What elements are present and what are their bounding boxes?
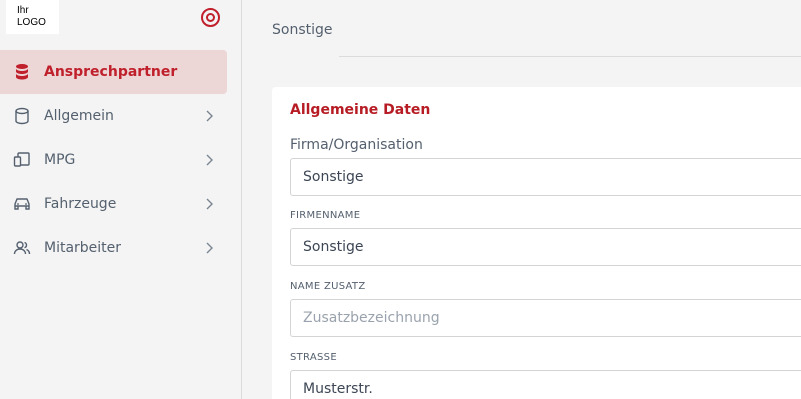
sidebar-item-mpg[interactable]: MPG xyxy=(0,138,227,182)
section-divider xyxy=(339,56,801,57)
section-title: Sonstige xyxy=(272,22,333,38)
devices-icon xyxy=(13,151,31,169)
firmenname-label: FIRMENNAME xyxy=(290,210,361,221)
sidebar-item-mitarbeiter[interactable]: Mitarbeiter xyxy=(0,226,227,270)
general-data-card: Allgemeine Daten Firma/Organisation FIRM… xyxy=(272,87,801,399)
strasse-label: STRASSE xyxy=(290,352,337,363)
chevron-right-icon xyxy=(204,109,214,123)
target-icon[interactable] xyxy=(200,7,221,28)
sidebar-item-label: Fahrzeuge xyxy=(44,196,117,212)
sidebar-item-allgemein[interactable]: Allgemein xyxy=(0,94,227,138)
users-icon xyxy=(13,239,31,257)
database-icon xyxy=(13,63,31,81)
card-title: Allgemeine Daten xyxy=(290,102,431,118)
firma-organisation-label: Firma/Organisation xyxy=(290,137,423,153)
sidebar-item-label: Allgemein xyxy=(44,108,114,124)
main-content: Sonstige Allgemeine Daten Firma/Organisa… xyxy=(243,0,801,399)
sidebar-item-ansprechpartner[interactable]: Ansprechpartner xyxy=(0,50,227,94)
chevron-right-icon xyxy=(204,153,214,167)
logo-line-2: LOGO xyxy=(17,17,46,28)
firmenname-field[interactable] xyxy=(290,228,801,266)
sidebar-item-label: Ansprechpartner xyxy=(44,64,178,80)
logo-line-1: Ihr xyxy=(17,5,29,16)
sidebar-item-fahrzeuge[interactable]: Fahrzeuge xyxy=(0,182,227,226)
name-zusatz-field[interactable] xyxy=(290,299,801,337)
chevron-right-icon xyxy=(204,197,214,211)
strasse-field[interactable] xyxy=(290,370,801,399)
cylinder-icon xyxy=(13,107,31,125)
sidebar: Ihr LOGO Ansprechpartner Allgemein MPG F… xyxy=(0,0,242,399)
sidebar-item-label: MPG xyxy=(44,152,76,168)
chevron-right-icon xyxy=(204,241,214,255)
logo[interactable]: Ihr LOGO xyxy=(6,0,59,34)
sidebar-item-label: Mitarbeiter xyxy=(44,240,122,256)
sidebar-nav: Ansprechpartner Allgemein MPG Fahrzeuge … xyxy=(0,50,242,270)
name-zusatz-label: NAME ZUSATZ xyxy=(290,281,366,292)
car-icon xyxy=(13,195,31,213)
firma-organisation-field[interactable] xyxy=(290,158,801,196)
